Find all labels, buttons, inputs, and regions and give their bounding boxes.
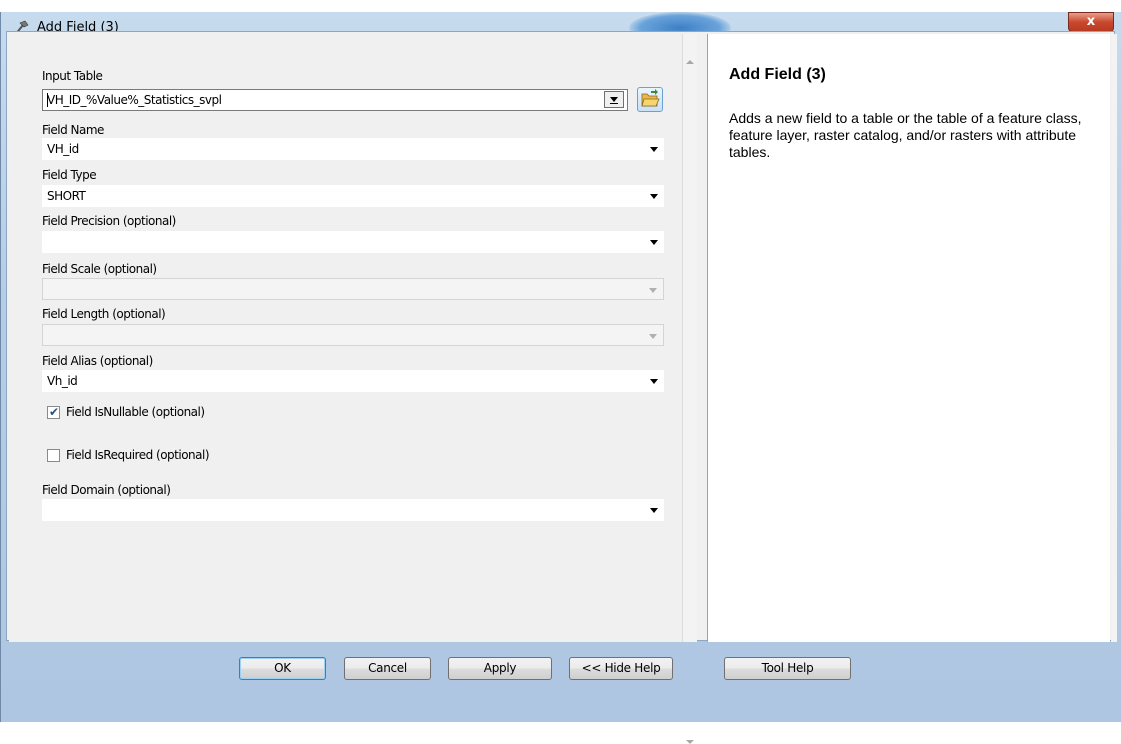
chevron-down-icon	[650, 194, 658, 199]
scroll-up-icon[interactable]	[686, 60, 694, 64]
input-table-label: Input Table	[42, 69, 103, 83]
apply-button[interactable]: Apply	[448, 657, 552, 680]
cancel-button[interactable]: Cancel	[344, 657, 431, 680]
hide-help-button[interactable]: << Hide Help	[569, 657, 673, 680]
field-scale-combo[interactable]	[42, 278, 664, 300]
scroll-down-icon[interactable]	[686, 740, 694, 744]
is-nullable-checkbox[interactable]: ✔	[47, 405, 60, 419]
is-required-label[interactable]: Field IsRequired (optional)	[66, 448, 210, 462]
input-table-value: VH_ID_%Value%_Statistics_svpl	[47, 93, 222, 107]
field-precision-combo[interactable]	[42, 231, 664, 253]
input-table-dropdown-button[interactable]	[604, 91, 624, 108]
field-type-label: Field Type	[42, 168, 97, 182]
close-button[interactable]: x	[1068, 12, 1114, 32]
help-description: Adds a new field to a table or the table…	[729, 110, 1082, 160]
chevron-down-icon	[650, 508, 658, 513]
text-caret	[47, 93, 48, 107]
field-alias-combo[interactable]: Vh_id	[42, 370, 664, 392]
field-domain-combo[interactable]	[42, 499, 664, 521]
chevron-down-icon	[650, 379, 658, 384]
close-icon: x	[1086, 14, 1096, 29]
ok-button[interactable]: OK	[239, 657, 326, 680]
field-precision-label: Field Precision (optional)	[42, 214, 176, 228]
field-alias-label: Field Alias (optional)	[42, 354, 153, 368]
help-scrollbar[interactable]	[1111, 34, 1117, 642]
field-type-combo[interactable]: SHORT	[42, 185, 664, 207]
input-table-field[interactable]: VH_ID_%Value%_Statistics_svpl	[42, 89, 628, 111]
field-alias-value: Vh_id	[47, 374, 78, 388]
field-length-label: Field Length (optional)	[42, 307, 166, 321]
browse-button[interactable]	[637, 87, 663, 112]
chevron-down-icon	[649, 288, 657, 293]
dropdown-underline	[610, 103, 618, 104]
field-length-combo[interactable]	[42, 324, 664, 346]
chevron-down-icon	[649, 334, 657, 339]
field-type-value: SHORT	[47, 189, 86, 203]
is-nullable-label[interactable]: Field IsNullable (optional)	[66, 405, 205, 419]
dropdown-arrow-icon	[610, 97, 618, 102]
tool-help-button[interactable]: Tool Help	[724, 657, 851, 680]
chevron-down-icon	[650, 147, 658, 152]
field-name-value: VH_id	[47, 142, 79, 156]
field-scale-label: Field Scale (optional)	[42, 262, 157, 276]
open-folder-icon	[641, 89, 660, 107]
is-required-checkbox[interactable]	[47, 449, 60, 462]
field-name-combo[interactable]: VH_id	[42, 138, 664, 160]
checkmark-icon: ✔	[49, 405, 60, 419]
parameters-scrollbar[interactable]	[682, 34, 697, 744]
help-title: Add Field (3)	[729, 66, 826, 83]
chevron-down-icon	[650, 240, 658, 245]
field-name-label: Field Name	[42, 123, 104, 137]
field-domain-label: Field Domain (optional)	[42, 483, 171, 497]
